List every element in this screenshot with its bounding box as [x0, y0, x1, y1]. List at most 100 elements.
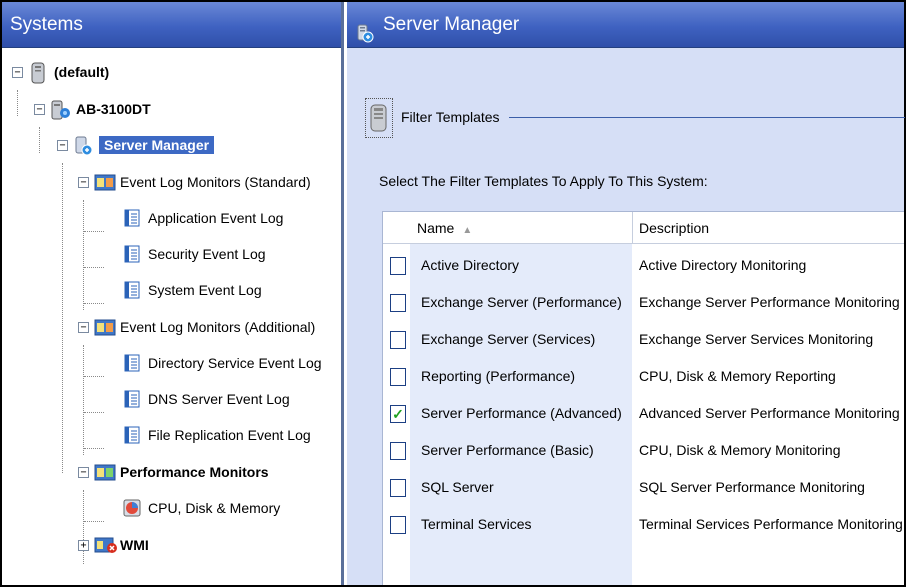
sort-ascending-icon: ▲ — [462, 225, 473, 236]
server-icon — [28, 62, 48, 84]
tree-connector-line — [62, 163, 63, 473]
systems-panel: Systems − (default) − AB-3100DT − Server Mana… — [2, 2, 344, 585]
template-description: CPU, Disk & Memory Reporting — [639, 368, 836, 384]
systems-tree[interactable]: − (default) − AB-3100DT − Server Manager − Even… — [2, 48, 341, 583]
table-row[interactable]: SQL Server SQL Server Performance Monitor… — [383, 470, 904, 507]
template-checkbox[interactable] — [390, 516, 406, 534]
tree-node-file-replication-event-log[interactable]: File Replication Event Log — [122, 422, 311, 448]
tree-node-event-log-monitors-standard[interactable]: − Event Log Monitors (Standard) — [78, 169, 311, 195]
tree-node-directory-service-event-log[interactable]: Directory Service Event Log — [122, 350, 322, 376]
template-name: Exchange Server (Performance) — [421, 294, 622, 310]
tree-connector-line — [84, 267, 104, 268]
table-row[interactable]: Reporting (Performance) CPU, Disk & Memor… — [383, 359, 904, 396]
table-row[interactable]: Active Directory Active Directory Monitor… — [383, 248, 904, 285]
tree-node-label: WMI — [120, 537, 149, 553]
tree-node-label: Server Manager — [99, 136, 215, 154]
template-description: Terminal Services Performance Monitoring — [639, 516, 903, 532]
application-window: Systems − (default) − AB-3100DT − Server Mana… — [0, 0, 906, 587]
log-icon — [122, 208, 142, 228]
collapse-icon[interactable]: − — [78, 321, 89, 333]
template-name: Server Performance (Basic) — [421, 442, 594, 458]
tree-node-ab-3100dt[interactable]: − AB-3100DT — [34, 96, 151, 122]
tree-connector-line — [84, 376, 104, 377]
filter-templates-legend: Filter Templates — [401, 109, 500, 125]
instruction-text: Select The Filter Templates To Apply To … — [379, 173, 708, 189]
expand-icon[interactable]: + — [78, 539, 89, 551]
tree-connector-line — [83, 200, 84, 310]
table-row[interactable]: ✓ Server Performance (Advanced) Advanced S… — [383, 396, 904, 433]
tree-node-label: DNS Server Event Log — [148, 391, 290, 407]
tree-node-label: Event Log Monitors (Standard) — [120, 174, 311, 190]
log-icon — [122, 244, 142, 264]
tree-connector-line — [84, 303, 104, 304]
filter-templates-grid: Name ▲ Description Active Directory Active… — [382, 211, 904, 585]
event-log-folder-icon — [94, 317, 116, 337]
template-name: Terminal Services — [421, 516, 532, 532]
name-column-header[interactable]: Name ▲ — [417, 212, 472, 244]
collapse-icon[interactable]: − — [78, 176, 89, 188]
log-icon — [122, 425, 142, 445]
table-row[interactable]: Terminal Services Terminal Services Perfo… — [383, 507, 904, 544]
template-checkbox[interactable] — [390, 294, 406, 312]
grid-header: Name ▲ Description — [383, 212, 904, 244]
tree-node-application-event-log[interactable]: Application Event Log — [122, 205, 283, 231]
filter-templates-icon — [365, 98, 393, 138]
tree-node-label: Event Log Monitors (Additional) — [120, 319, 316, 335]
template-checkbox[interactable] — [390, 331, 406, 349]
template-checkbox[interactable] — [390, 368, 406, 386]
collapse-icon[interactable]: − — [57, 139, 68, 151]
template-name: Exchange Server (Services) — [421, 331, 596, 347]
template-description: Exchange Server Services Monitoring — [639, 331, 874, 347]
performance-folder-icon — [94, 462, 116, 482]
collapse-icon[interactable]: − — [34, 103, 45, 115]
tree-connector-line — [84, 231, 104, 232]
tree-node-security-event-log[interactable]: Security Event Log — [122, 241, 266, 267]
tree-node-performance-monitors[interactable]: − Performance Monitors — [78, 459, 269, 485]
template-checkbox[interactable] — [390, 442, 406, 460]
log-icon — [122, 280, 142, 300]
cpu-disk-memory-icon — [122, 498, 142, 518]
collapse-icon[interactable]: − — [12, 66, 23, 78]
template-checkbox[interactable] — [390, 257, 406, 275]
tree-node-label: (default) — [54, 64, 110, 80]
tree-node-label: Application Event Log — [148, 210, 284, 226]
template-checkbox[interactable] — [390, 479, 406, 497]
tree-node-label: Security Event Log — [148, 246, 266, 262]
name-column-label: Name — [417, 220, 455, 236]
template-description: Active Directory Monitoring — [639, 257, 807, 273]
template-name: SQL Server — [421, 479, 494, 495]
log-icon — [122, 389, 142, 409]
collapse-icon[interactable]: − — [78, 466, 89, 478]
tree-node-cpu-disk-memory[interactable]: CPU, Disk & Memory — [122, 495, 280, 521]
template-description: Advanced Server Performance Monitoring — [639, 405, 900, 421]
server-manager-title: Server Manager — [383, 13, 520, 35]
wmi-icon — [94, 535, 117, 555]
tree-node-label: AB-3100DT — [76, 101, 151, 117]
tree-node-wmi[interactable]: + WMI — [78, 532, 149, 558]
template-description: CPU, Disk & Memory Monitoring — [639, 442, 841, 458]
tree-connector-line — [83, 345, 84, 455]
server-manager-icon — [355, 15, 375, 42]
filter-templates-group: Filter Templates — [365, 98, 905, 138]
group-divider — [509, 117, 905, 118]
table-row[interactable]: Server Performance (Basic) CPU, Disk & Me… — [383, 433, 904, 470]
server-manager-panel: Server Manager Filter Templates Select T… — [347, 2, 905, 585]
tree-node-label: Directory Service Event Log — [148, 355, 322, 371]
tree-node-server-manager[interactable]: − Server Manager — [57, 132, 215, 158]
column-separator[interactable] — [632, 212, 633, 244]
tree-node-system-event-log[interactable]: System Event Log — [122, 277, 262, 303]
event-log-folder-icon — [94, 172, 116, 192]
tree-node-label: Performance Monitors — [120, 464, 269, 480]
tree-connector-line — [39, 127, 40, 153]
description-column-header[interactable]: Description — [639, 212, 709, 244]
tree-node-default[interactable]: − (default) — [12, 59, 109, 85]
table-row[interactable]: Exchange Server (Services) Exchange Serve… — [383, 322, 904, 359]
table-row[interactable]: Exchange Server (Performance) Exchange Se… — [383, 285, 904, 322]
template-checkbox[interactable]: ✓ — [390, 405, 406, 423]
template-name: Server Performance (Advanced) — [421, 405, 622, 421]
systems-panel-title: Systems — [2, 2, 341, 48]
tree-node-dns-server-event-log[interactable]: DNS Server Event Log — [122, 386, 290, 412]
server-manager-header: Server Manager — [347, 2, 904, 48]
tree-node-event-log-monitors-additional[interactable]: − Event Log Monitors (Additional) — [78, 314, 315, 340]
tree-connector-line — [17, 90, 18, 116]
